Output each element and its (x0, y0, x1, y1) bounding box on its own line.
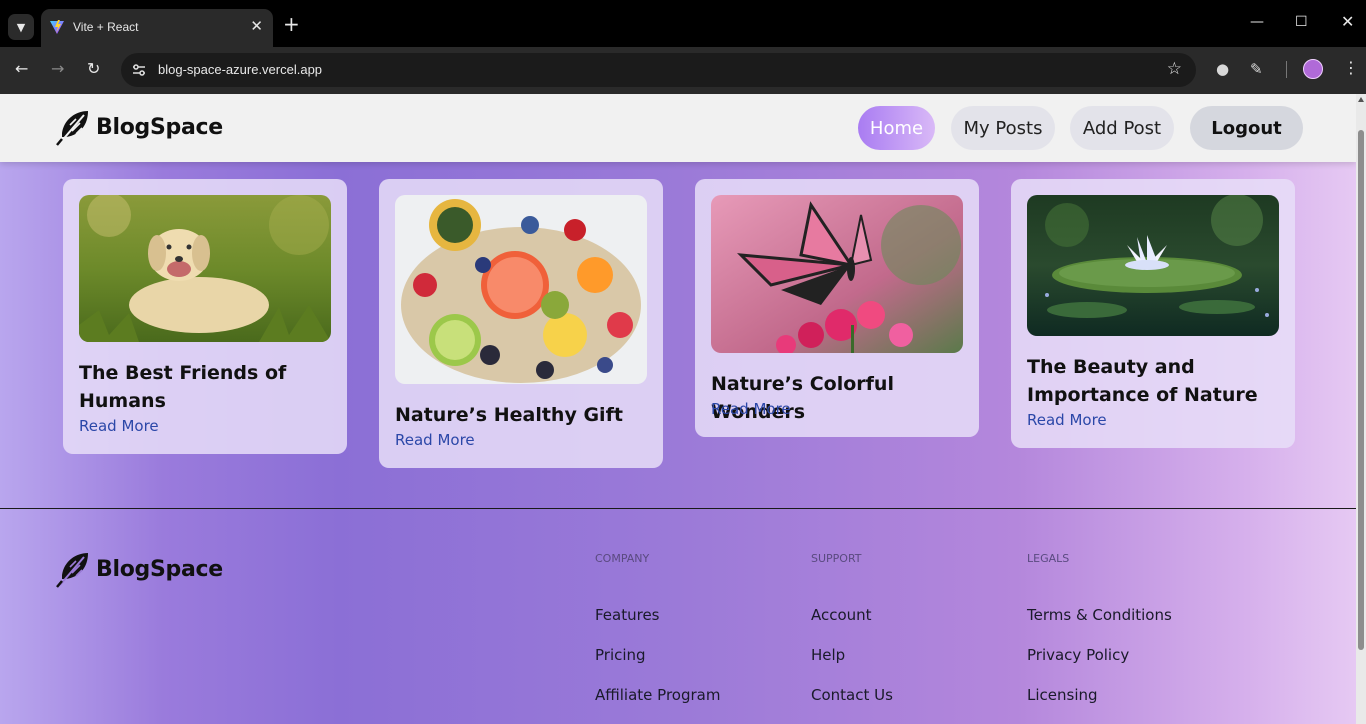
reload-icon[interactable]: ↻ (87, 60, 100, 78)
post-image-water-lily[interactable] (1027, 195, 1279, 336)
nav-my-posts-button[interactable]: My Posts (951, 106, 1055, 150)
url-text[interactable]: blog-space-azure.vercel.app (158, 62, 322, 77)
site-info-icon[interactable] (131, 62, 147, 78)
footer-heading-company: COMPANY (595, 552, 650, 565)
footer-brand-name: BlogSpace (96, 556, 223, 582)
footer-link[interactable]: Help (811, 646, 845, 664)
forward-icon[interactable]: → (51, 60, 64, 78)
bookmark-star-icon[interactable]: ☆ (1167, 59, 1182, 79)
extension-icon[interactable]: ● (1216, 60, 1229, 78)
scroll-up-arrow-icon[interactable] (1358, 97, 1364, 102)
post-image-butterfly[interactable] (711, 195, 963, 353)
address-bar[interactable]: blog-space-azure.vercel.app ☆ (121, 53, 1196, 87)
post-card[interactable]: The Best Friends of Humans Read More (63, 179, 347, 454)
post-card[interactable]: Nature’s Colorful Wonders Read More (695, 179, 979, 437)
footer-link[interactable]: Licensing (1027, 686, 1098, 704)
tab-title: Vite + React (73, 20, 139, 34)
post-title: The Best Friends of Humans (79, 362, 287, 412)
puzzle-extensions-icon[interactable]: ✎ (1250, 60, 1263, 78)
close-tab-icon[interactable]: ✕ (250, 17, 263, 35)
feather-logo-icon (56, 111, 88, 146)
footer-heading-support: SUPPORT (811, 552, 862, 565)
post-image-dog[interactable] (79, 195, 331, 342)
logout-button[interactable]: Logout (1190, 106, 1303, 150)
page-scrollbar[interactable] (1356, 94, 1366, 724)
footer-link[interactable]: Privacy Policy (1027, 646, 1129, 664)
nav-home-button[interactable]: Home (858, 106, 935, 150)
post-card[interactable]: The Beauty and Importance of Nature Read… (1011, 179, 1295, 448)
footer-logo[interactable]: BlogSpace (54, 549, 223, 589)
read-more-link[interactable]: Read More (711, 400, 791, 418)
browser-tab-bar: ▼ Vite + React ✕ + — ☐ ✕ (0, 0, 1366, 47)
toolbar-divider (1286, 61, 1287, 78)
vite-icon (50, 20, 64, 34)
footer-link[interactable]: Contact Us (811, 686, 893, 704)
page-viewport: BlogSpace Home My Posts Add Post Logout (0, 94, 1356, 724)
tab-search-button[interactable]: ▼ (8, 14, 34, 40)
maximize-icon[interactable]: ☐ (1295, 14, 1308, 30)
nav-add-post-button[interactable]: Add Post (1070, 106, 1174, 150)
brand-name: BlogSpace (96, 114, 223, 140)
feather-logo-icon (56, 553, 88, 588)
read-more-link[interactable]: Read More (395, 431, 475, 449)
post-card[interactable]: Nature’s Healthy Gift Read More (379, 179, 663, 468)
more-menu-icon[interactable]: ⋮ (1343, 60, 1359, 76)
minimize-icon[interactable]: — (1250, 14, 1264, 30)
site-footer: BlogSpace COMPANY Features Pricing Affil… (0, 508, 1356, 724)
close-window-icon[interactable]: ✕ (1341, 14, 1354, 30)
post-image-fruit[interactable] (395, 195, 647, 384)
footer-link[interactable]: Account (811, 606, 872, 624)
footer-heading-legals: LEGALS (1027, 552, 1070, 565)
back-icon[interactable]: ← (15, 60, 28, 78)
read-more-link[interactable]: Read More (79, 417, 159, 435)
post-title: The Beauty and Importance of Nature (1027, 356, 1258, 406)
footer-link[interactable]: Features (595, 606, 660, 624)
browser-toolbar: ← → ↻ blog-space-azure.vercel.app ☆ ● ✎ (0, 47, 1366, 94)
profile-avatar[interactable] (1303, 59, 1323, 79)
browser-tab[interactable]: Vite + React ✕ (41, 9, 273, 47)
footer-link[interactable]: Affiliate Program (595, 686, 720, 704)
site-navbar: BlogSpace Home My Posts Add Post Logout (0, 94, 1356, 162)
post-title: Nature’s Healthy Gift (395, 404, 623, 426)
scroll-thumb[interactable] (1358, 130, 1364, 650)
new-tab-button[interactable]: + (283, 14, 300, 34)
footer-link[interactable]: Terms & Conditions (1027, 606, 1172, 624)
footer-link[interactable]: Pricing (595, 646, 646, 664)
site-logo[interactable]: BlogSpace (54, 107, 223, 147)
read-more-link[interactable]: Read More (1027, 411, 1107, 429)
